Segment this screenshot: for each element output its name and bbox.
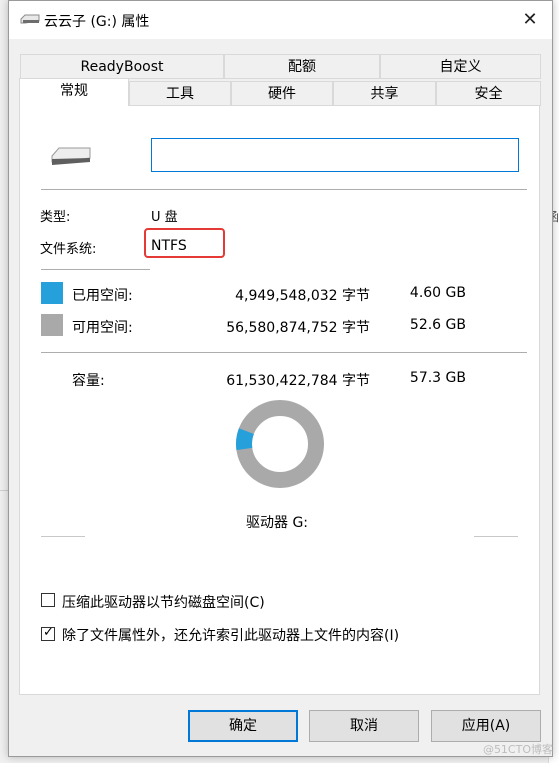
free-space-bytes: 56,580,874,752 字节 — [226, 320, 370, 336]
used-space-label: 已用空间: — [72, 288, 133, 304]
ok-button[interactable]: 确定 — [188, 710, 298, 742]
tab-label: 工具 — [166, 86, 194, 102]
tab-label: 共享 — [370, 86, 399, 102]
window-title: 云云子 (G:) 属性 — [44, 14, 150, 30]
compress-checkbox[interactable] — [41, 593, 55, 607]
tab-customize[interactable]: 自定义 — [380, 54, 541, 79]
tab-general[interactable]: 常规 — [19, 78, 129, 106]
apply-button[interactable]: 应用(A) — [431, 710, 541, 742]
watermark: @51CTO博客 — [482, 743, 553, 756]
capacity-label: 容量: — [72, 373, 105, 389]
free-space-arc — [236, 400, 324, 488]
tab-hardware[interactable]: 硬件 — [231, 81, 333, 106]
divider — [474, 536, 518, 537]
used-space-bytes: 4,949,548,032 字节 — [235, 288, 370, 304]
title-bar: 云云子 (G:) 属性 ✕ — [9, 1, 552, 39]
tab-label: ReadyBoost — [80, 59, 164, 75]
capacity-size: 57.3 GB — [409, 370, 466, 386]
usage-donut-chart — [236, 400, 324, 488]
checkmark-icon: ✓ — [43, 625, 54, 640]
tab-label: 配额 — [288, 59, 316, 75]
tab-readyboost[interactable]: ReadyBoost — [20, 54, 224, 79]
highlight-annotation — [144, 228, 225, 258]
free-space-swatch — [41, 314, 63, 336]
tab-sharing[interactable]: 共享 — [333, 81, 436, 106]
drive-name-input[interactable] — [151, 138, 519, 172]
usb-drive-icon — [20, 14, 40, 24]
divider — [41, 536, 85, 537]
free-space-label: 可用空间: — [72, 320, 133, 336]
used-space-swatch — [41, 282, 63, 304]
tab-label: 自定义 — [439, 59, 482, 75]
divider — [41, 189, 527, 190]
index-checkbox[interactable]: ✓ — [41, 625, 55, 641]
general-panel: 类型: U 盘 文件系统: NTFS 已用空间: 4,949,548,032 字… — [19, 105, 540, 695]
index-label[interactable]: 除了文件属性外，还允许索引此驱动器上文件的内容(I) — [62, 625, 399, 645]
drive-label: 驱动器 G: — [246, 515, 309, 531]
cancel-button[interactable]: 取消 — [309, 710, 419, 742]
type-label: 类型: — [40, 210, 71, 225]
tab-security[interactable]: 安全 — [436, 81, 541, 106]
close-button[interactable]: ✕ — [516, 7, 544, 33]
tab-label: 安全 — [474, 86, 503, 102]
tab-quota[interactable]: 配额 — [224, 54, 380, 79]
usb-drive-icon — [51, 147, 91, 165]
capacity-bytes: 61,530,422,784 字节 — [226, 373, 370, 389]
divider — [41, 352, 527, 353]
free-space-size: 52.6 GB — [409, 317, 466, 333]
close-icon: ✕ — [522, 9, 538, 30]
properties-dialog: 云云子 (G:) 属性 ✕ ReadyBoost 配额 自定义 常规 工具 硬件… — [8, 0, 553, 757]
tab-label: 常规 — [60, 83, 88, 99]
tab-tools[interactable]: 工具 — [129, 81, 231, 106]
type-value: U 盘 — [151, 210, 178, 225]
compress-label[interactable]: 压缩此驱动器以节约磁盘空间(C) — [62, 592, 265, 612]
tab-label: 硬件 — [268, 86, 296, 102]
used-space-size: 4.60 GB — [409, 285, 466, 301]
file-system-label: 文件系统: — [40, 242, 97, 257]
divider — [41, 269, 150, 270]
